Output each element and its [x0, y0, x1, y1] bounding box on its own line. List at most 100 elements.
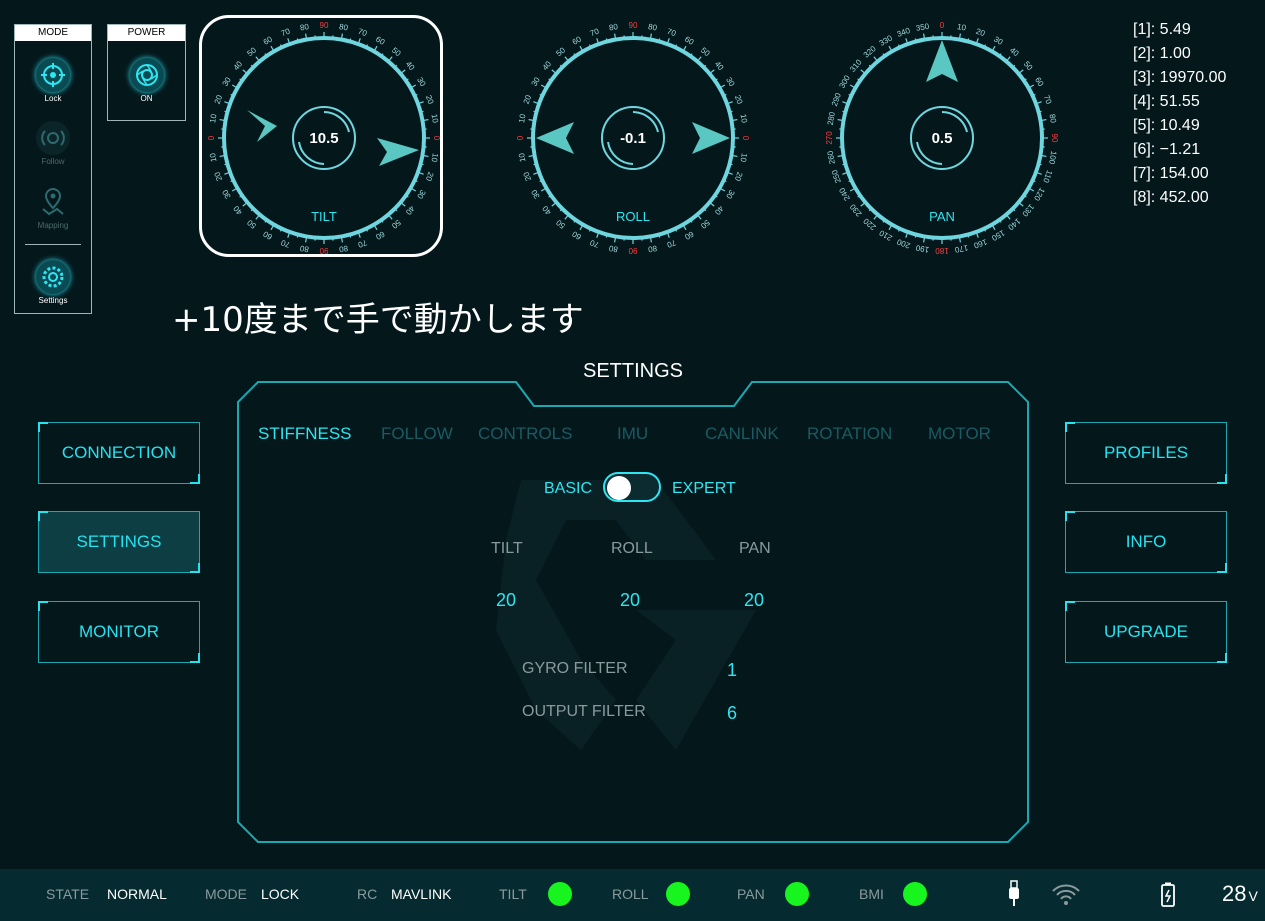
profiles-button[interactable]: PROFILES	[1065, 422, 1227, 484]
dial-scale-number: 230	[848, 202, 864, 218]
dial-scale-number: 320	[862, 44, 878, 60]
dial-scale-number: 60	[571, 34, 584, 47]
dial-scale-number: 70	[589, 26, 601, 38]
tilt-value: 10.5	[309, 130, 339, 147]
monitor-button[interactable]: MONITOR	[38, 601, 200, 663]
stiffness-pan-header: PAN	[739, 540, 771, 557]
dial-scale-number: 50	[1022, 59, 1035, 72]
stiffness-roll-value[interactable]: 20	[620, 590, 640, 611]
power-state-label: ON	[140, 94, 153, 103]
dial-scale-number: 30	[220, 188, 233, 201]
expert-label: EXPERT	[672, 480, 736, 497]
status-state-key: STATE	[46, 886, 90, 902]
dial-scale-number: 40	[231, 204, 244, 217]
dial-scale-number: 80	[338, 22, 349, 33]
dial-scale-number: 70	[665, 238, 677, 250]
dial-scale-number: 10	[517, 113, 528, 124]
dial-scale-number: 60	[261, 229, 274, 242]
upgrade-button[interactable]: UPGRADE	[1065, 601, 1227, 663]
dial-scale-number: 40	[540, 204, 553, 217]
dial-scale-number: 30	[724, 76, 737, 89]
basic-expert-toggle[interactable]	[603, 472, 661, 502]
gyro-filter-value[interactable]: 1	[727, 660, 737, 681]
mode-mapping-label: Mapping	[37, 221, 69, 230]
dial-scale-number: 30	[415, 76, 428, 89]
dial-scale-number: 80	[608, 22, 619, 33]
dial-scale-number: 60	[683, 229, 696, 242]
settings-title: SETTINGS	[582, 360, 683, 382]
power-button[interactable]: ON	[108, 58, 185, 103]
dial-scale-number: 250	[830, 168, 843, 184]
status-state-value: NORMAL	[107, 886, 167, 902]
tab-imu[interactable]: IMU	[617, 424, 648, 444]
mode-lock-button[interactable]: Lock	[15, 58, 91, 103]
dial-scale-number: 50	[554, 45, 567, 58]
dial-scale-number: 70	[279, 238, 291, 250]
dial-scale-number: 40	[713, 59, 726, 72]
mode-settings-label: Settings	[38, 296, 68, 305]
mode-mapping-button[interactable]: Mapping	[15, 185, 91, 230]
dial-scale-number: 0	[432, 136, 441, 141]
mode-lock-label: Lock	[44, 94, 62, 103]
dial-scale-number: 0	[516, 135, 525, 140]
connection-button[interactable]: CONNECTION	[38, 422, 200, 484]
dial-scale-number: 20	[522, 93, 534, 105]
settings-panel-frame	[237, 381, 1029, 843]
output-filter-value[interactable]: 6	[727, 703, 737, 724]
dial-scale-number: 210	[877, 228, 894, 243]
status-mode-key: MODE	[205, 886, 247, 902]
dial-scale-number: 10	[956, 22, 967, 33]
status-rc-value: MAVLINK	[391, 886, 452, 902]
dial-scale-number: 20	[733, 171, 745, 183]
dial-scale-number: 20	[213, 93, 225, 105]
tab-stiffness[interactable]: STIFFNESS	[258, 424, 352, 444]
dial-scale-number: 60	[374, 229, 387, 242]
dial-scale-number: 50	[390, 218, 403, 231]
info-button[interactable]: INFO	[1065, 511, 1227, 573]
dial-scale-number: 70	[356, 238, 368, 250]
status-bmi-indicator	[903, 882, 927, 906]
mode-divider	[25, 244, 81, 245]
mode-follow-button[interactable]: Follow	[15, 121, 91, 166]
dial-scale-number: 80	[338, 243, 349, 254]
dial-scale-number: 100	[1047, 150, 1058, 165]
dial-scale-number: 10	[517, 152, 528, 163]
dial-scale-number: 60	[570, 229, 583, 242]
dial-scale-number: 30	[221, 75, 234, 88]
dial-scale-number: 120	[1032, 186, 1047, 203]
output-filter-label: OUTPUT FILTER	[522, 703, 646, 720]
stiffness-tilt-value[interactable]: 20	[496, 590, 516, 611]
tab-motor[interactable]: MOTOR	[928, 424, 991, 444]
dial-scale-number: 270	[825, 131, 834, 145]
dial-scale-number: 90	[320, 21, 329, 30]
dial-scale-number: 60	[374, 35, 387, 48]
follow-icon	[36, 121, 70, 155]
readout-item: [4]: 51.55	[1133, 93, 1200, 110]
tab-rotation[interactable]: ROTATION	[807, 424, 892, 444]
stiffness-pan-value[interactable]: 20	[744, 590, 764, 611]
readout-item: [8]: 452.00	[1133, 189, 1209, 206]
dial-scale-number: 70	[357, 27, 369, 39]
mode-follow-label: Follow	[41, 157, 65, 166]
pan-value: 0.5	[931, 130, 953, 147]
dial-scale-number: 190	[915, 243, 930, 254]
readout-item: [2]: 1.00	[1133, 45, 1191, 62]
tilt-gauge: 90 80 70 60 50 40 30 20 10 0 10 20 30 40 50 60 70 80 90 80 7…	[207, 20, 441, 260]
dial-scale-number: 80	[1047, 113, 1058, 124]
dial-scale-number: 10	[738, 152, 749, 163]
dial-scale-number: 70	[666, 27, 678, 39]
tab-controls[interactable]: CONTROLS	[478, 424, 572, 444]
settings-button[interactable]: SETTINGS	[38, 511, 200, 573]
dial-scale-number: 30	[724, 188, 737, 201]
pan-label: PAN	[929, 209, 955, 224]
mode-settings-button[interactable]: Settings	[15, 260, 91, 305]
status-roll-indicator	[666, 882, 690, 906]
tab-canlink[interactable]: CANLINK	[705, 424, 779, 444]
wifi-icon	[1052, 884, 1080, 905]
stiffness-tilt-header: TILT	[491, 540, 523, 557]
voltage-number: 28	[1222, 881, 1247, 906]
dial-scale-number: 50	[699, 218, 712, 231]
tab-follow[interactable]: FOLLOW	[381, 424, 453, 444]
shutter-icon	[129, 58, 164, 92]
dial-scale-number: 340	[896, 26, 912, 39]
